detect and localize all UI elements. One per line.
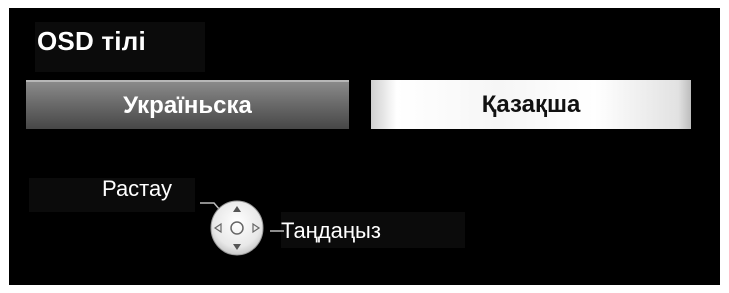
option-label: Україньска <box>123 91 252 119</box>
remote-dpad-icon <box>202 195 272 261</box>
confirm-hint-label: Растау <box>102 176 172 201</box>
language-option-ukrainian[interactable]: Україньска <box>26 80 349 129</box>
language-option-kazakh[interactable]: Қазақша <box>371 80 691 129</box>
option-label: Қазақша <box>481 90 581 118</box>
select-hint-label: Таңдаңыз <box>281 218 381 243</box>
page-title: OSD тілі <box>37 26 146 56</box>
